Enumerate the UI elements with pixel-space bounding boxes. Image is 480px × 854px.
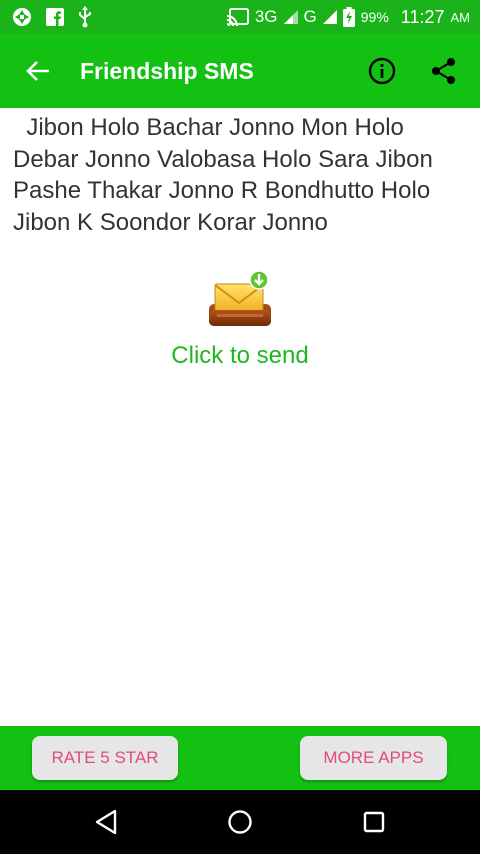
app-title: Friendship SMS (80, 57, 254, 84)
nav-recent-button[interactable] (354, 802, 394, 842)
send-label[interactable]: Click to send (171, 342, 308, 370)
rate-5-star-button[interactable]: RATE 5 STAR (32, 736, 178, 780)
nav-back-icon (95, 809, 117, 835)
status-right-info: 3G G 99% 11:27 AM (226, 6, 471, 28)
info-button[interactable] (360, 49, 404, 93)
nav-home-button[interactable] (220, 802, 260, 842)
clock-ampm: AM (450, 9, 471, 25)
back-arrow-icon (26, 61, 49, 81)
status-bar: 3G G 99% 11:27 AM (0, 0, 480, 34)
share-icon (432, 58, 455, 84)
signal-icon (322, 10, 337, 24)
signal-icon (283, 10, 298, 24)
sync-icon (12, 7, 32, 27)
nav-recent-icon (363, 811, 385, 833)
nav-home-icon (228, 810, 252, 834)
battery-percent: 99% (360, 9, 389, 25)
app-bar: Friendship SMS (0, 34, 480, 108)
nav-back-button[interactable] (86, 802, 126, 842)
system-nav-bar (0, 790, 480, 854)
bottom-action-bar: RATE 5 STAR MORE APPS (0, 726, 480, 790)
status-left-icons (12, 6, 92, 28)
clock-time: 11:27 (400, 6, 445, 27)
message-container: Jibon Holo Bachar Jonno Mon Holo Debar J… (13, 112, 469, 238)
usb-icon (78, 6, 92, 28)
mail-send-icon[interactable] (207, 270, 273, 330)
network-g-label: G (303, 7, 317, 26)
battery-charging-icon (342, 7, 355, 27)
screen: 3G G 99% 11:27 AM Friendship SMS Jibon H… (0, 0, 480, 854)
share-button[interactable] (422, 49, 466, 93)
message-text: Jibon Holo Bachar Jonno Mon Holo Debar J… (13, 114, 440, 236)
cast-icon (226, 8, 249, 26)
back-button[interactable] (10, 43, 66, 99)
info-icon (368, 57, 396, 85)
network-3g-label: 3G (254, 7, 278, 26)
facebook-icon (46, 8, 64, 26)
more-apps-button[interactable]: MORE APPS (300, 736, 447, 780)
app-bar-actions (360, 49, 466, 93)
send-area: Click to send (0, 270, 480, 370)
